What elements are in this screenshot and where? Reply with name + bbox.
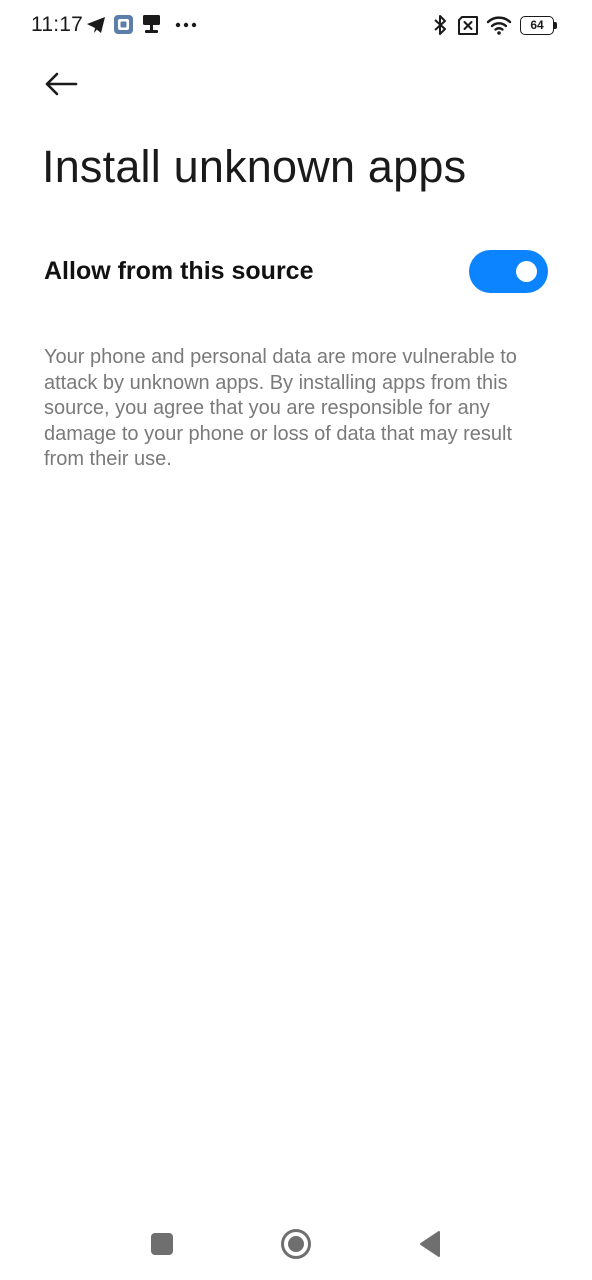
toggle-knob [516, 261, 537, 282]
wifi-icon [486, 16, 512, 35]
back-button[interactable] [36, 62, 86, 106]
bluetooth-icon [434, 15, 446, 35]
screen: 11:17 64 Install unknown apps Allow from… [0, 0, 592, 1280]
recents-square-icon [151, 1233, 173, 1255]
nav-back-button[interactable] [402, 1216, 458, 1272]
home-button[interactable] [268, 1216, 324, 1272]
signpost-icon [143, 15, 160, 33]
more-dots-icon [175, 22, 197, 28]
battery-icon: 64 [520, 16, 558, 35]
recents-button[interactable] [134, 1216, 190, 1272]
app-notification-icon [114, 15, 133, 34]
battery-level: 64 [530, 18, 544, 32]
setting-label: Allow from this source [44, 257, 314, 285]
no-sim-icon [458, 16, 478, 35]
back-triangle-icon [420, 1231, 440, 1257]
status-time: 11:17 [31, 13, 83, 36]
allow-from-source-row[interactable]: Allow from this source [0, 240, 592, 306]
allow-from-source-toggle[interactable] [469, 250, 548, 293]
telegram-icon [87, 17, 105, 33]
home-circle-icon [281, 1229, 311, 1259]
arrow-left-icon [45, 72, 78, 96]
status-bar: 11:17 64 [0, 0, 592, 52]
warning-description: Your phone and personal data are more vu… [44, 346, 517, 470]
page-title: Install unknown apps [42, 141, 467, 192]
